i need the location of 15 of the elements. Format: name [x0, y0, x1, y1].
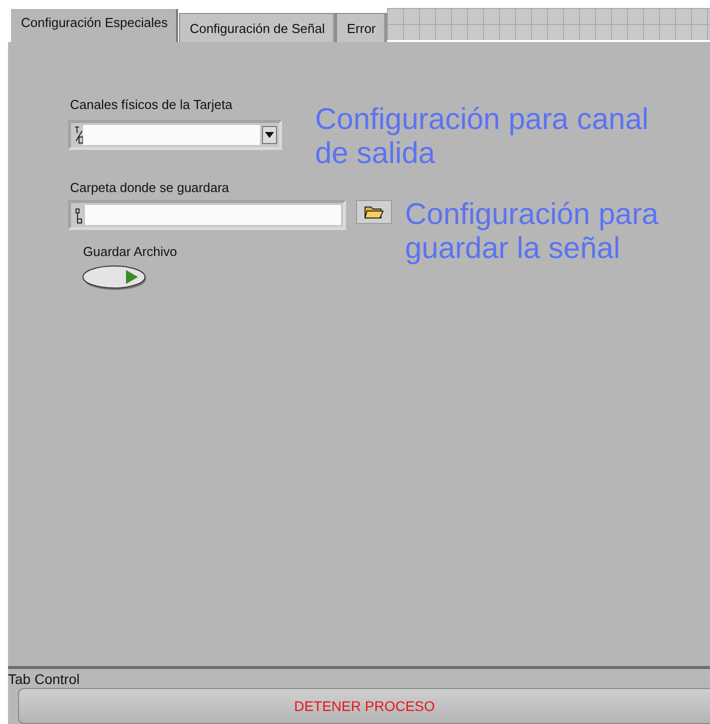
- control-label: Guardar Archivo: [83, 244, 177, 259]
- toggle-button[interactable]: [82, 264, 148, 292]
- tab[interactable]: Configuración de Señal: [178, 13, 336, 42]
- annotation-text: Configuración para guardar la señal: [405, 198, 660, 266]
- annotation-text: Configuración para canal de salida: [315, 103, 650, 171]
- dropdown-field[interactable]: [68, 120, 282, 150]
- io-icon: [73, 125, 83, 145]
- folder-button[interactable]: [356, 200, 392, 224]
- path-field[interactable]: [68, 200, 346, 230]
- control-label: Canales físicos de la Tarjeta: [70, 97, 232, 112]
- control-label: Carpeta donde se guardara: [70, 180, 230, 195]
- control-label: Tab Control: [8, 670, 81, 688]
- folder-icon: [364, 205, 384, 219]
- tab[interactable]: Error: [336, 13, 387, 42]
- tab[interactable]: Configuración Especiales: [10, 8, 179, 42]
